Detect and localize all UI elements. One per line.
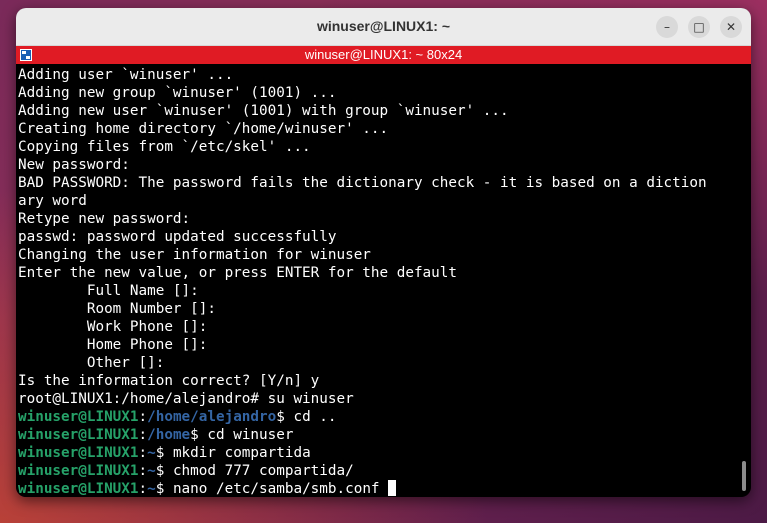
- terminal-prompt-line: winuser@LINUX1:~$ chmod 777 compartida/: [18, 462, 740, 480]
- prompt-command: chmod 777 compartida/: [164, 463, 354, 479]
- prompt-separator: :: [138, 445, 148, 461]
- window-titlebar[interactable]: winuser@LINUX1: ~ – □ ✕: [16, 8, 751, 46]
- terminal-output-line: root@LINUX1:/home/alejandro# su winuser: [18, 391, 354, 407]
- terminal-prompt-line: winuser@LINUX1:/home/alejandro$ cd ..: [18, 408, 740, 426]
- terminal-output-line: Enter the new value, or press ENTER for …: [18, 265, 457, 281]
- prompt-command: mkdir compartida: [164, 445, 311, 461]
- maximize-button[interactable]: □: [688, 16, 710, 38]
- prompt-sign: $: [276, 409, 285, 425]
- minimize-button[interactable]: –: [656, 16, 678, 38]
- terminal-output-line: Adding user `winuser' ...: [18, 67, 234, 83]
- prompt-path: ~: [147, 481, 156, 497]
- terminal-tab-bar: winuser@LINUX1: ~ 80x24: [16, 46, 751, 64]
- terminal-output-line: New password:: [18, 157, 130, 173]
- terminal-output-line: Other []:: [18, 355, 165, 371]
- prompt-separator: :: [138, 409, 148, 425]
- terminal-output-line: Retype new password:: [18, 211, 191, 227]
- prompt-user: winuser@LINUX1: [18, 463, 139, 479]
- terminal-output-line: Is the information correct? [Y/n] y: [18, 373, 320, 389]
- terminal-tab-title: winuser@LINUX1: ~ 80x24: [304, 47, 463, 62]
- terminal-prompt-line: winuser@LINUX1:~$ nano /etc/samba/smb.co…: [18, 480, 740, 497]
- prompt-user: winuser@LINUX1: [18, 427, 139, 443]
- close-button[interactable]: ✕: [720, 16, 742, 38]
- terminal-output-line: Home Phone []:: [18, 337, 208, 353]
- minimize-icon: –: [664, 20, 670, 34]
- prompt-command: cd ..: [284, 409, 337, 425]
- terminal-output: Adding user `winuser' ... Adding new grou…: [18, 66, 740, 497]
- terminal-prompt-line: winuser@LINUX1:~$ mkdir compartida: [18, 444, 740, 462]
- terminal-output-line: Adding new group `winuser' (1001) ...: [18, 85, 337, 101]
- terminal-output-line: Adding new user `winuser' (1001) with gr…: [18, 103, 509, 119]
- prompt-user: winuser@LINUX1: [18, 481, 139, 497]
- terminal-output-line: Changing the user information for winuse…: [18, 247, 371, 263]
- prompt-separator: :: [138, 481, 148, 497]
- terminal-output-line: Creating home directory `/home/winuser' …: [18, 121, 389, 137]
- terminal-screen[interactable]: Adding user `winuser' ... Adding new grou…: [16, 64, 751, 497]
- prompt-path: ~: [147, 445, 156, 461]
- terminal-prompt-line: winuser@LINUX1:/home$ cd winuser: [18, 426, 740, 444]
- prompt-sign: $: [190, 427, 199, 443]
- prompt-separator: :: [138, 463, 148, 479]
- prompt-command: cd winuser: [198, 427, 294, 443]
- window-title: winuser@LINUX1: ~: [316, 18, 451, 34]
- prompt-path: /home: [147, 427, 191, 443]
- terminal-output-line: Copying files from `/etc/skel' ...: [18, 139, 311, 155]
- text-cursor: [388, 480, 397, 496]
- prompt-command: nano /etc/samba/smb.conf: [164, 481, 389, 497]
- terminal-output-line: ary word: [18, 193, 87, 209]
- terminal-output-line: Work Phone []:: [18, 319, 208, 335]
- maximize-icon: □: [693, 20, 705, 34]
- terminal-window[interactable]: winuser@LINUX1: ~ – □ ✕ winuser@LINUX1: …: [16, 8, 751, 497]
- prompt-user: winuser@LINUX1: [18, 445, 139, 461]
- close-icon: ✕: [725, 20, 737, 34]
- prompt-path: ~: [147, 463, 156, 479]
- prompt-path: /home/alejandro: [147, 409, 277, 425]
- terminal-output-line: Room Number []:: [18, 301, 216, 317]
- terminal-output-line: BAD PASSWORD: The password fails the dic…: [18, 175, 707, 191]
- prompt-separator: :: [138, 427, 148, 443]
- terminal-scrollbar[interactable]: [742, 461, 746, 491]
- terminal-output-line: passwd: password updated successfully: [18, 229, 337, 245]
- prompt-user: winuser@LINUX1: [18, 409, 139, 425]
- terminal-output-line: Full Name []:: [18, 283, 199, 299]
